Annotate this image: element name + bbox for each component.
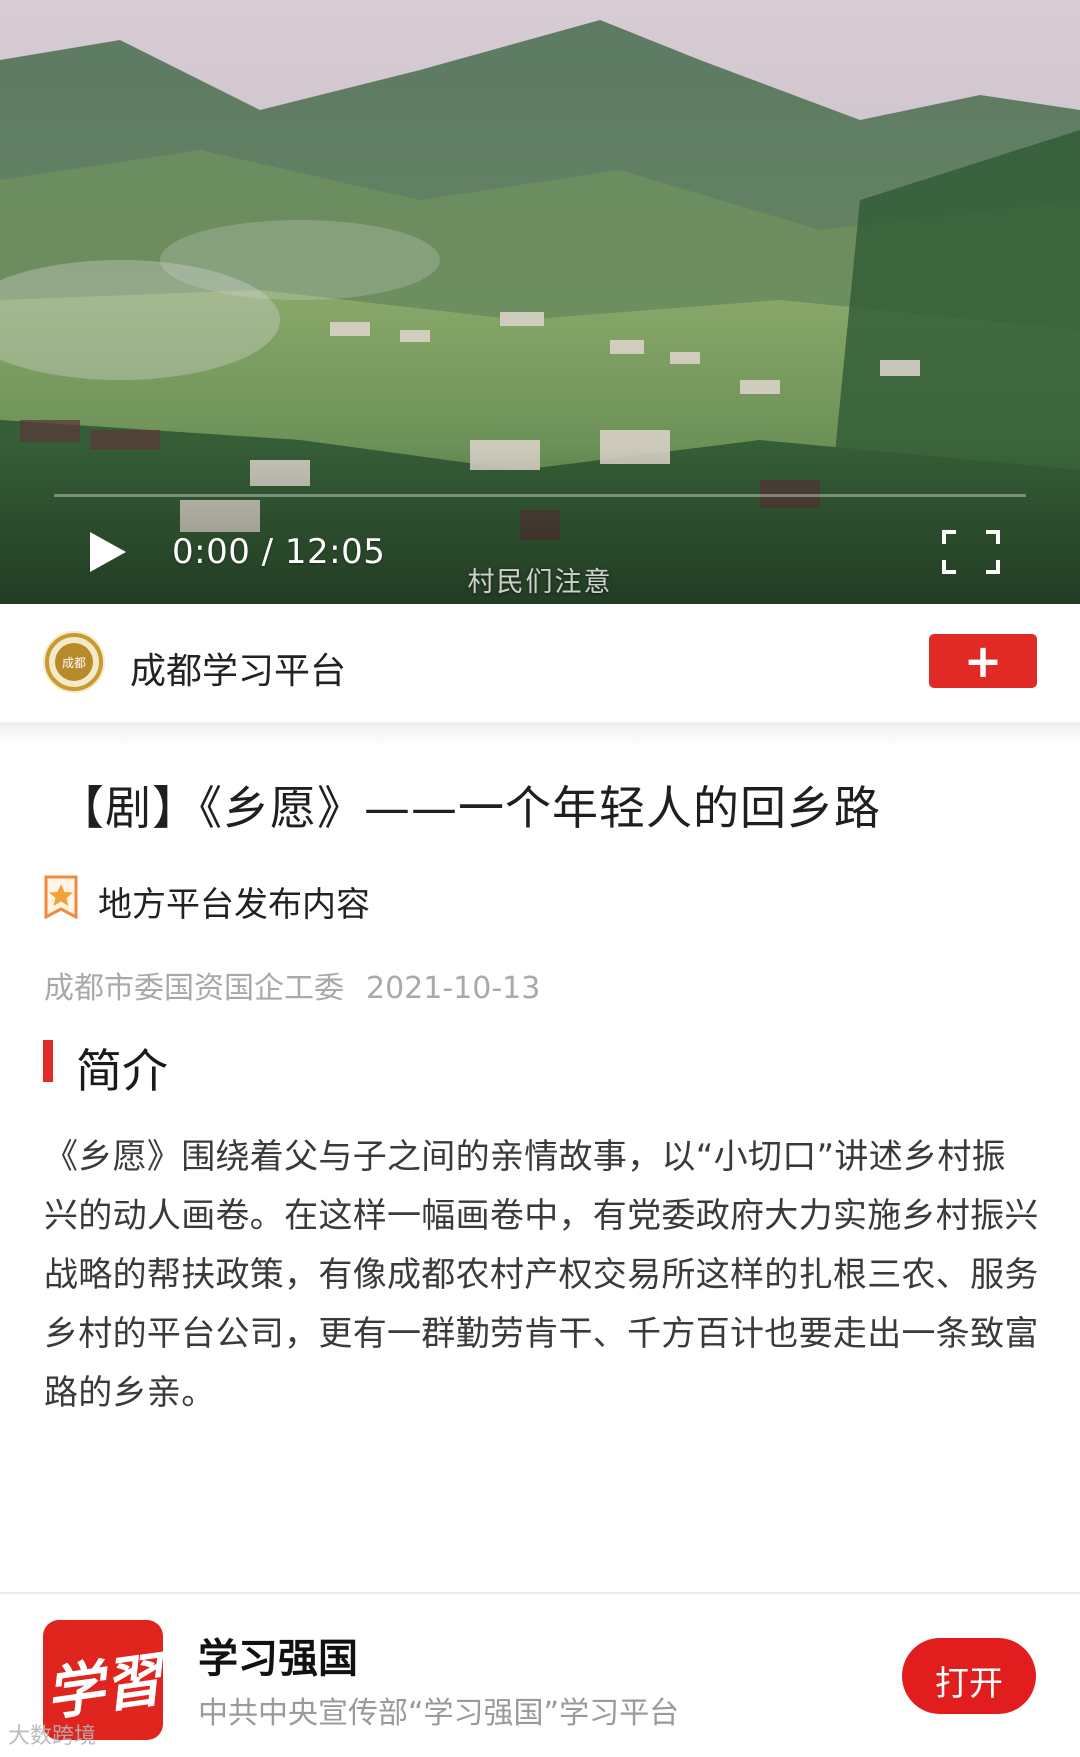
section-divider (0, 722, 1080, 746)
video-player[interactable]: 0:00 / 12:05 村民们注意 (0, 0, 1080, 604)
app-download-banner: 学習 学习强国 中共中央宣传部“学习强国”学习平台 打开 (0, 1592, 1080, 1757)
article-description: 《乡愿》围绕着父与子之间的亲情故事，以“小切口”讲述乡村振兴的动人画卷。在这样一… (44, 1137, 1039, 1413)
open-app-button-label: 打开 (935, 1664, 1003, 1704)
star-badge-icon (44, 875, 78, 919)
follow-button-label: + (963, 634, 1003, 688)
publisher: 成都市委国资国企工委 (44, 971, 344, 1006)
publish-date: 2021-10-13 (366, 971, 541, 1006)
section-accent-bar (43, 1040, 53, 1082)
app-icon-text: 学習 (43, 1645, 163, 1729)
open-app-button[interactable]: 打开 (902, 1638, 1036, 1714)
channel-bar: 成都 成都学习平台 + (0, 604, 1080, 722)
channel-logo-text: 成都 (62, 656, 86, 670)
video-subtitle: 村民们注意 (467, 567, 613, 598)
follow-button[interactable]: + (929, 634, 1037, 688)
channel-logo[interactable]: 成都 (42, 630, 106, 694)
video-progress-bar[interactable] (54, 494, 1026, 497)
app-name: 学习强国 (198, 1636, 358, 1682)
app-slogan: 中共中央宣传部“学习强国”学习平台 (198, 1696, 680, 1731)
source-label: 地方平台发布内容 (98, 885, 370, 925)
section-title: 简介 (76, 1044, 168, 1098)
channel-name[interactable]: 成都学习平台 (130, 642, 346, 694)
fullscreen-icon[interactable] (942, 530, 1000, 574)
watermark: 大数跨境 (8, 1724, 97, 1749)
article-meta: 成都市委国资国企工委 2021-10-13 (44, 963, 540, 1007)
article-title: 【剧】《乡愿》——一个年轻人的回乡路 (58, 781, 881, 835)
